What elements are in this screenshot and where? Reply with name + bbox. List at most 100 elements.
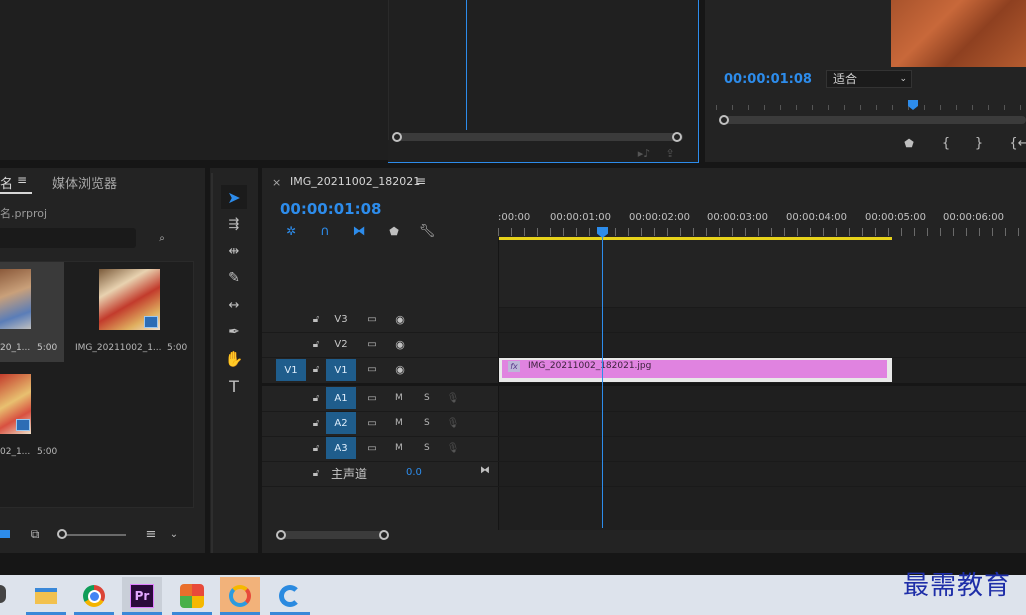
premiere-pro-icon[interactable]: Pr [122, 577, 162, 615]
fx-badge: fx [508, 361, 520, 372]
microphone-icon[interactable]: 🎙︎ [447, 391, 460, 405]
microphone-icon[interactable]: 🎙︎ [447, 441, 460, 455]
linked-selection-icon[interactable]: ⧓ [351, 223, 367, 239]
share-icon[interactable]: ⇪ [662, 146, 678, 160]
sync-lock-icon[interactable]: ▭ [365, 312, 379, 326]
project-file-name: 名.prproj [0, 207, 48, 220]
list-view-icon[interactable] [0, 530, 10, 538]
sync-lock-icon[interactable]: ▭ [365, 362, 379, 376]
hand-tool-icon[interactable]: ✋ [221, 348, 247, 370]
new-search-bin-icon[interactable]: ⌕ [154, 231, 170, 245]
internet-explorer-icon[interactable] [270, 577, 310, 615]
thumbnail-slider-handle[interactable] [57, 529, 67, 539]
pen-tool-icon[interactable]: ✒ [221, 321, 247, 343]
lock-icon[interactable]: 🔓︎ [310, 441, 322, 455]
sort-icon[interactable]: ≡ [143, 527, 159, 542]
project-search-input[interactable] [0, 228, 136, 248]
type-tool-icon[interactable]: T [221, 375, 247, 397]
mute-button[interactable]: M [395, 418, 403, 428]
ruler-label: 00:00:06:00 [943, 212, 1005, 223]
export-frame-icon[interactable]: ▸♪ [636, 146, 652, 160]
master-track-label: 主声道 [331, 467, 368, 481]
lock-icon[interactable]: 🔓︎ [310, 391, 322, 405]
sync-lock-icon[interactable]: ▭ [365, 441, 379, 455]
timeline-close-icon[interactable]: × [272, 176, 281, 189]
master-volume-value[interactable]: 0.0 [406, 467, 422, 478]
mark-out-icon[interactable]: } [973, 135, 985, 151]
project-tab-underline [0, 192, 32, 194]
marker-icon[interactable]: ⬟ [902, 136, 916, 150]
slip-tool-icon[interactable]: ↔ [221, 294, 247, 316]
video-clip-name: IMG_20211002_182021.jpg [528, 361, 652, 371]
solo-button[interactable]: S [424, 393, 430, 403]
chevron-down-icon[interactable]: ⌄ [168, 527, 180, 541]
go-to-in-icon[interactable]: {← [1009, 135, 1026, 151]
program-scroll-handle[interactable] [719, 115, 729, 125]
program-zoom-select[interactable]: 适合 ⌄ [826, 70, 912, 88]
mute-button[interactable]: M [395, 443, 403, 453]
sync-lock-icon[interactable]: ▭ [365, 337, 379, 351]
timeline-scrollbar[interactable] [281, 531, 384, 539]
razor-tool-icon[interactable]: ✎ [221, 267, 247, 289]
lock-icon[interactable]: 🔓︎ [310, 362, 322, 376]
track-label-v1[interactable]: V1 [326, 359, 356, 381]
lock-icon[interactable]: 🔓︎ [310, 416, 322, 430]
chevron-down-icon: ⌄ [899, 74, 907, 84]
timeline-playhead-line [602, 238, 603, 528]
freeform-view-icon[interactable]: ⧉ [26, 527, 44, 541]
solo-button[interactable]: S [424, 418, 430, 428]
ruler-label: 00:00:03:00 [707, 212, 769, 223]
nest-sequence-icon[interactable]: ✲ [283, 223, 299, 239]
qq-browser-icon[interactable] [220, 577, 260, 615]
solo-button[interactable]: S [424, 443, 430, 453]
project-tab-label[interactable]: 名 [0, 173, 13, 192]
track-select-tool-icon[interactable]: ⇶ [221, 213, 247, 235]
image-sequence-badge-icon [144, 316, 158, 328]
track-label-a2[interactable]: A2 [326, 412, 356, 434]
ripple-edit-tool-icon[interactable]: ⇹ [221, 240, 247, 262]
program-scrollbar[interactable] [720, 116, 1026, 124]
lock-icon[interactable]: 🔓︎ [310, 337, 322, 351]
mark-in-icon[interactable]: { [940, 135, 952, 151]
sync-lock-icon[interactable]: ▭ [365, 416, 379, 430]
thumbnail-size-slider[interactable] [62, 534, 126, 536]
timeline-timecode[interactable]: 00:00:01:08 [280, 200, 382, 218]
snap-magnet-icon[interactable]: ∩ [317, 223, 333, 239]
source-patch-v1[interactable]: V1 [276, 359, 306, 381]
sync-lock-icon[interactable]: ▭ [365, 391, 379, 405]
source-scroll-left-handle[interactable] [392, 132, 402, 142]
track-label-a1[interactable]: A1 [326, 387, 356, 409]
timeline-tab-menu-icon[interactable]: ≡ [416, 174, 426, 188]
lock-icon[interactable]: 🔓︎ [310, 466, 322, 480]
track-label-a3[interactable]: A3 [326, 437, 356, 459]
wrench-icon[interactable]: 🔧︎ [419, 223, 436, 239]
go-to-end-icon[interactable]: ⧓ [478, 464, 492, 476]
lock-icon[interactable]: 🔓︎ [310, 312, 322, 326]
timeline-scroll-right-handle[interactable] [379, 530, 389, 540]
track-label-v2[interactable]: V2 [326, 333, 356, 355]
app-store-icon[interactable] [172, 577, 212, 615]
mute-button[interactable]: M [395, 393, 403, 403]
program-timecode[interactable]: 00:00:01:08 [724, 72, 812, 87]
add-marker-icon[interactable]: ⬟ [386, 223, 402, 239]
timeline-scroll-left-handle[interactable] [276, 530, 286, 540]
track-label-v3[interactable]: V3 [326, 308, 356, 330]
microphone-icon[interactable]: 🎙︎ [447, 416, 460, 430]
source-scrollbar[interactable] [393, 133, 683, 141]
timeline-tab-title[interactable]: IMG_20211002_182021 [290, 175, 420, 188]
program-ruler[interactable] [716, 98, 1026, 110]
eye-icon[interactable]: ◉ [392, 312, 408, 326]
eye-icon[interactable]: ◉ [392, 337, 408, 351]
eye-icon[interactable]: ◉ [392, 362, 408, 376]
file-explorer-icon[interactable] [26, 577, 66, 615]
project-item-2-duration: 5:00 [167, 343, 188, 353]
chrome-icon[interactable] [74, 577, 114, 615]
premiere-label: Pr [130, 584, 154, 608]
selection-tool-icon[interactable]: ➤ [221, 185, 247, 209]
source-scroll-right-handle[interactable] [672, 132, 682, 142]
project-tab-menu-icon[interactable]: ≡ [17, 173, 27, 187]
program-zoom-value: 适合 [833, 72, 858, 86]
source-monitor-left [0, 0, 388, 160]
video-empty-area [499, 240, 1026, 308]
media-browser-tab[interactable]: 媒体浏览器 [52, 173, 117, 192]
